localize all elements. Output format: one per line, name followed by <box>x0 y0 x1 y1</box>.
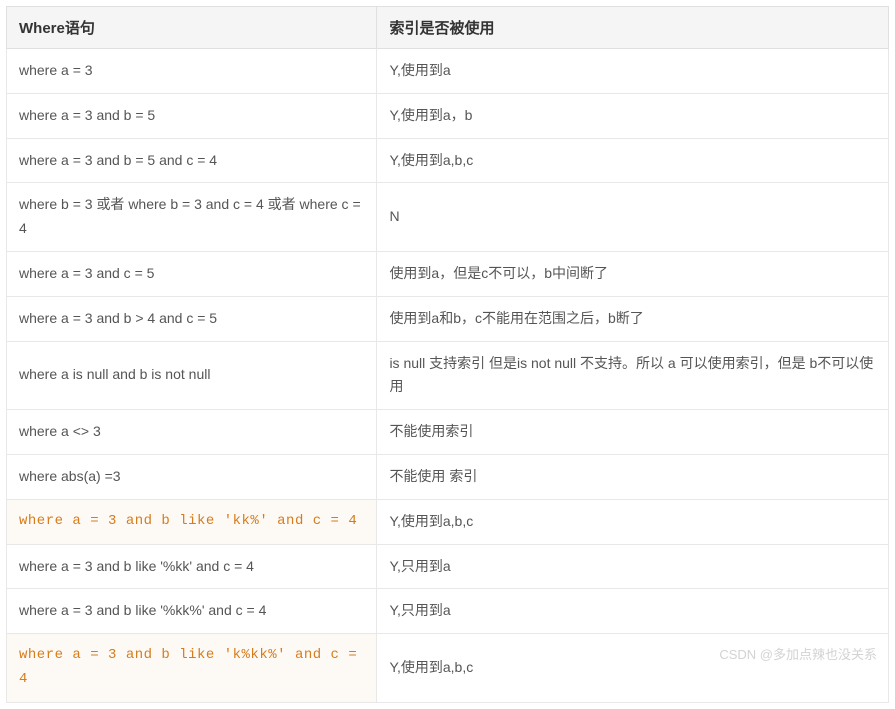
where-cell: where a = 3 and b = 5 and c = 4 <box>7 138 377 183</box>
result-cell: Y,使用到a,b,c <box>377 499 889 544</box>
where-cell: where a = 3 <box>7 49 377 94</box>
result-cell: Y,只用到a <box>377 544 889 589</box>
result-cell: Y,使用到a <box>377 49 889 94</box>
table-header-row: Where语句 索引是否被使用 <box>7 7 889 49</box>
where-cell: where a = 3 and b like 'kk%' and c = 4 <box>7 499 377 544</box>
table-row: where a = 3 and b = 5Y,使用到a，b <box>7 93 889 138</box>
table-row: where a = 3 and b like '%kk%' and c = 4Y… <box>7 589 889 634</box>
where-cell: where a is null and b is not null <box>7 341 377 410</box>
table-row: where a = 3 and b like 'k%kk%' and c = 4… <box>7 634 889 703</box>
result-cell: 使用到a，但是c不可以，b中间断了 <box>377 251 889 296</box>
table-row: where abs(a) =3不能使用 索引 <box>7 454 889 499</box>
table-row: where a = 3Y,使用到a <box>7 49 889 94</box>
where-cell: where a = 3 and b like '%kk%' and c = 4 <box>7 589 377 634</box>
table-row: where a = 3 and b > 4 and c = 5使用到a和b，c不… <box>7 296 889 341</box>
result-cell: N <box>377 183 889 252</box>
result-cell: Y,只用到a <box>377 589 889 634</box>
where-cell: where a = 3 and c = 5 <box>7 251 377 296</box>
result-cell: 使用到a和b，c不能用在范围之后，b断了 <box>377 296 889 341</box>
where-cell: where a = 3 and b = 5 <box>7 93 377 138</box>
table-row: where a <> 3不能使用索引 <box>7 410 889 455</box>
where-cell: where a = 3 and b like '%kk' and c = 4 <box>7 544 377 589</box>
table-row: where b = 3 或者 where b = 3 and c = 4 或者 … <box>7 183 889 252</box>
where-cell: where a = 3 and b > 4 and c = 5 <box>7 296 377 341</box>
result-cell: Y,使用到a,b,c <box>377 138 889 183</box>
result-cell: is null 支持索引 但是is not null 不支持。所以 a 可以使用… <box>377 341 889 410</box>
table-row: where a = 3 and c = 5使用到a，但是c不可以，b中间断了 <box>7 251 889 296</box>
header-index-used: 索引是否被使用 <box>377 7 889 49</box>
result-cell: Y,使用到a,b,c <box>377 634 889 703</box>
table-row: where a is null and b is not nullis null… <box>7 341 889 410</box>
index-usage-table: Where语句 索引是否被使用 where a = 3Y,使用到awhere a… <box>6 6 889 703</box>
result-cell: 不能使用 索引 <box>377 454 889 499</box>
header-where: Where语句 <box>7 7 377 49</box>
where-cell: where a <> 3 <box>7 410 377 455</box>
where-cell: where abs(a) =3 <box>7 454 377 499</box>
where-cell: where a = 3 and b like 'k%kk%' and c = 4 <box>7 634 377 703</box>
table-row: where a = 3 and b = 5 and c = 4Y,使用到a,b,… <box>7 138 889 183</box>
table-row: where a = 3 and b like 'kk%' and c = 4Y,… <box>7 499 889 544</box>
result-cell: Y,使用到a，b <box>377 93 889 138</box>
where-cell: where b = 3 或者 where b = 3 and c = 4 或者 … <box>7 183 377 252</box>
table-row: where a = 3 and b like '%kk' and c = 4Y,… <box>7 544 889 589</box>
table: Where语句 索引是否被使用 where a = 3Y,使用到awhere a… <box>6 6 889 703</box>
result-cell: 不能使用索引 <box>377 410 889 455</box>
